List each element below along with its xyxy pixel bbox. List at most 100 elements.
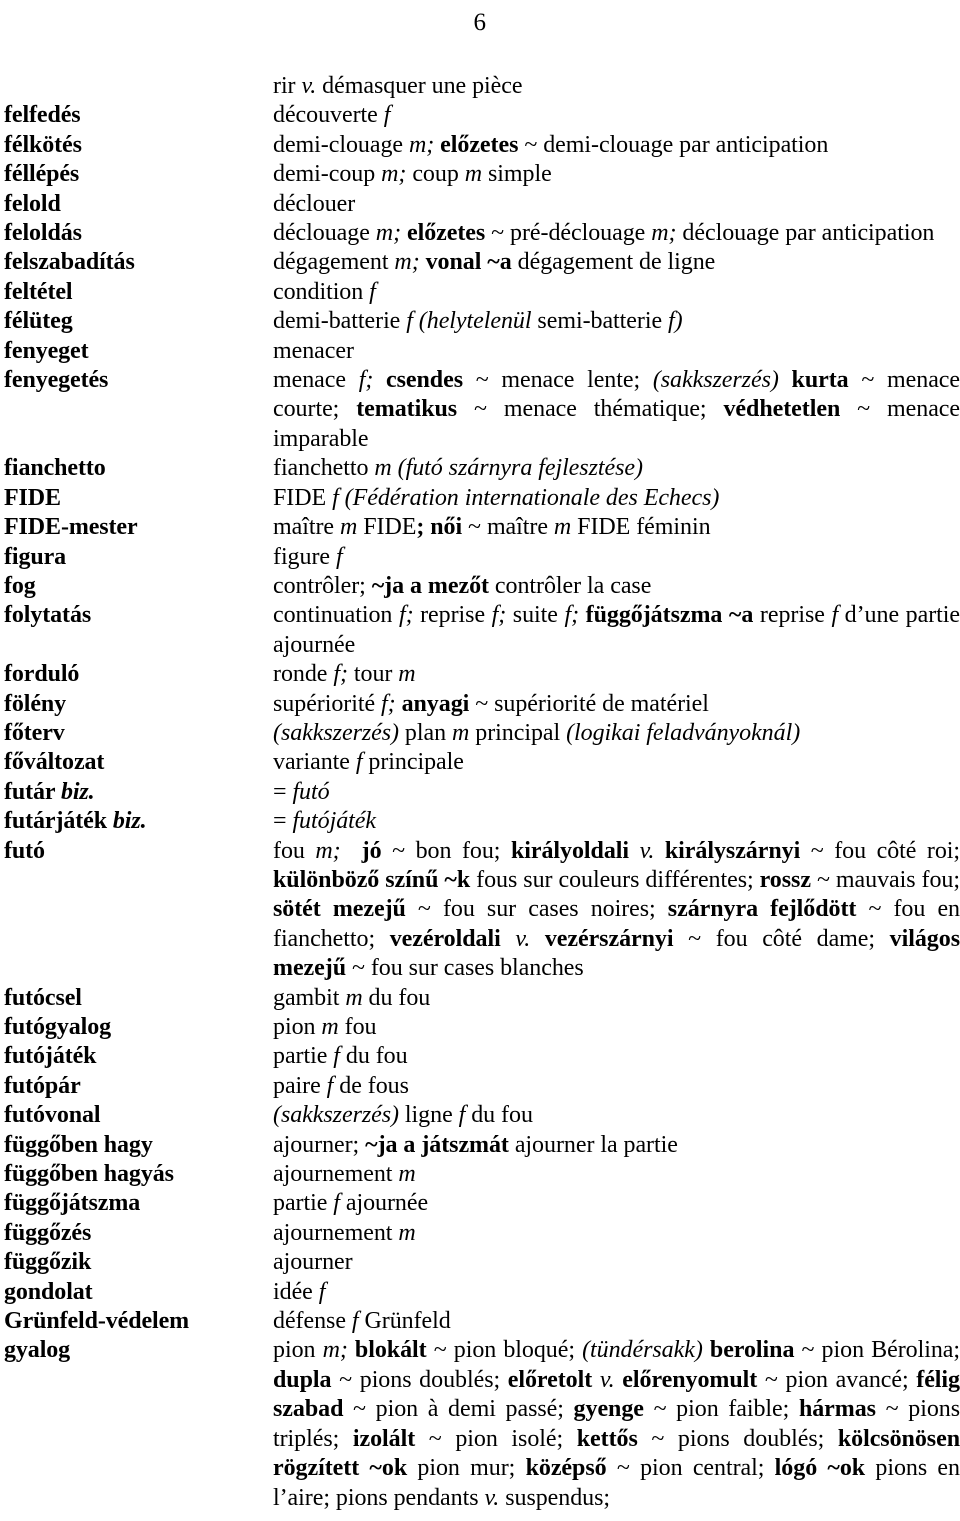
dictionary-entry: fenyegetés menace f; csendes ~ menace len… [0, 366, 960, 454]
entry-headword: futógyalog [4, 1014, 112, 1040]
dictionary-entry: FIDE-mester maître m FIDE; női ~ maître m… [0, 513, 960, 542]
dictionary-entry: függőjátszma partie f ajournée [0, 1189, 960, 1218]
entry-definition: pion m fou [273, 1014, 377, 1040]
dictionary-entry: felszabadítás dégagement m; vonal ~a déga… [0, 248, 960, 277]
entry-headword: futárjáték biz. [4, 808, 147, 835]
dictionary-entry: folytatás continuation f; reprise f; suit… [0, 601, 960, 660]
dictionary-entry: forduló ronde f; tour m [0, 660, 960, 689]
entry-definition: variante f principale [273, 749, 464, 776]
entry-definition: fou m; jó ~ bon fou; királyoldali v. kir… [273, 837, 960, 982]
entry-headword: futó [4, 837, 45, 864]
entry-definition: déclouer [273, 190, 356, 217]
entry-headword: félkötés [4, 131, 82, 158]
entry-headword: FIDE [4, 484, 61, 511]
entry-headword: futópár [4, 1072, 81, 1099]
entry-definition: partie f ajournée [273, 1190, 429, 1217]
entry-definition: dégagement m; vonal ~a dégagement de lig… [273, 249, 716, 276]
entry-headword: forduló [4, 661, 80, 688]
entry-definition: = futó [273, 778, 330, 805]
entry-headword: főváltozat [4, 749, 105, 776]
dictionary-entry: futó fou m; jó ~ bon fou; királyoldali v.… [0, 837, 960, 984]
entry-definition: menacer [273, 337, 354, 364]
dictionary-entry: Grünfeld-védelem défense f Grünfeld [0, 1307, 960, 1336]
entry-headword: félüteg [4, 308, 73, 335]
entry-definition: idée f [273, 1278, 326, 1305]
dictionary-entry: gondolat idée f [0, 1278, 960, 1307]
entry-headword: feloldás [4, 220, 82, 247]
entry-headword: gyalog [4, 1337, 71, 1364]
entry-definition: gambit m du fou [273, 984, 431, 1011]
dictionary-entry: függőzés ajournement m [0, 1219, 960, 1248]
entry-headword: féllépés [4, 161, 80, 188]
entry-definition: fianchetto m (futó szárnyra fejlesztése) [273, 455, 643, 482]
entry-headword: függőzik [4, 1249, 92, 1276]
entry-definition: (sakkszerzés) plan m principal (logikai … [273, 719, 801, 746]
entry-headword: függőzés [4, 1219, 92, 1246]
entry-definition: figure f [273, 543, 343, 570]
entry-definition: menace f; csendes ~ menace lente; (sakks… [273, 367, 960, 452]
entry-headword: gondolat [4, 1278, 93, 1305]
dictionary-entry: felold déclouer [0, 190, 960, 219]
entry-headword: Grünfeld-védelem [4, 1308, 190, 1335]
entry-definition: = futójáték [273, 808, 376, 835]
dictionary-entry: félkötés demi-clouage m; előzetes ~ demi-… [0, 131, 960, 160]
dictionary-entry: futógyalog pion m fou [0, 1013, 960, 1042]
entry-definition: continuation f; reprise f; suite f; függ… [273, 602, 960, 658]
dictionary-entry: futójáték partie f du fou [0, 1042, 960, 1071]
entry-definition: ajourner [273, 1249, 353, 1276]
entry-headword: folytatás [4, 602, 92, 629]
entry-headword: függőben hagyás [4, 1161, 174, 1188]
entry-definition: ajourner; ~ja a játszmát ajourner la par… [273, 1131, 678, 1158]
dictionary-entry: fenyeget menacer [0, 337, 960, 366]
entry-headword: felfedés [4, 102, 81, 129]
entry-headword: figura [4, 543, 67, 570]
dictionary-entry: gyalog pion m; blokált ~ pion bloqué; (tü… [0, 1336, 960, 1512]
dictionary-page: 6 rir v. démasquer une pièce felfedés déc… [0, 0, 960, 1521]
entry-headword: fenyegetés [4, 367, 109, 394]
entry-headword: főterv [4, 719, 65, 746]
dictionary-entry: féllépés demi-coup m; coup m simple [0, 160, 960, 189]
entry-headword: futóvonal [4, 1102, 101, 1129]
entry-definition: supériorité f; anyagi ~ supériorité de m… [273, 690, 709, 717]
entry-headword: futár biz. [4, 778, 95, 805]
dictionary-entry: feltétel condition f [0, 278, 960, 307]
entry-definition: condition f [273, 278, 376, 305]
entry-definition: contrôler; ~ja a mezőt contrôler la case [273, 572, 652, 599]
dictionary-entry: függőben hagy ajourner; ~ja a játszmát aj… [0, 1131, 960, 1160]
continuation-definition: rir v. démasquer une pièce [273, 73, 523, 99]
entry-headword: fölény [4, 690, 67, 717]
entry-headword: futócsel [4, 984, 82, 1011]
entry-definition: (sakkszerzés) ligne f du fou [273, 1102, 533, 1129]
dictionary-entry: figura figure f [0, 543, 960, 572]
dictionary-entry: félüteg demi-batterie f (helytelenül semi… [0, 307, 960, 336]
entry-definition: découverte f [273, 102, 391, 129]
entry-definition: maître m FIDE; női ~ maître m FIDE fémin… [273, 514, 711, 541]
entry-definition: ajournement m [273, 1219, 416, 1246]
dictionary-entry-list: rir v. démasquer une pièce felfedés décou… [0, 72, 960, 1513]
entry-headword: felold [4, 190, 61, 217]
dictionary-entry: függőzik ajourner [0, 1248, 960, 1277]
dictionary-entry: fianchetto fianchetto m (futó szárnyra fe… [0, 454, 960, 483]
dictionary-entry: főváltozat variante f principale [0, 748, 960, 777]
entry-definition: ronde f; tour m [273, 661, 416, 688]
dictionary-entry: felfedés découverte f [0, 101, 960, 130]
dictionary-entry: futárjáték biz. = futójáték [0, 807, 960, 836]
entry-headword: felszabadítás [4, 249, 135, 276]
dictionary-entry: futócsel gambit m du fou [0, 984, 960, 1013]
dictionary-entry: futópár paire f de fous [0, 1072, 960, 1101]
dictionary-entry: függőben hagyás ajournement m [0, 1160, 960, 1189]
entry-headword: fianchetto [4, 455, 106, 482]
entry-definition: défense f Grünfeld [273, 1308, 451, 1335]
entry-headword: fog [4, 572, 36, 599]
dictionary-entry: futár biz. = futó [0, 778, 960, 807]
entry-headword: futójáték [4, 1043, 97, 1070]
dictionary-entry: főterv (sakkszerzés) plan m principal (lo… [0, 719, 960, 748]
entry-definition: FIDE f (Fédération internationale des Ec… [273, 484, 720, 511]
entry-headword: fenyeget [4, 337, 89, 364]
entry-definition: pion m; blokált ~ pion bloqué; (tündérsa… [273, 1337, 960, 1511]
entry-definition: paire f de fous [273, 1072, 409, 1099]
entry-definition: demi-clouage m; előzetes ~ demi-clouage … [273, 131, 829, 158]
dictionary-entry: feloldás déclouage m; előzetes ~ pré-décl… [0, 219, 960, 248]
entry-headword: FIDE-mester [4, 514, 138, 541]
entry-definition: partie f du fou [273, 1043, 408, 1070]
